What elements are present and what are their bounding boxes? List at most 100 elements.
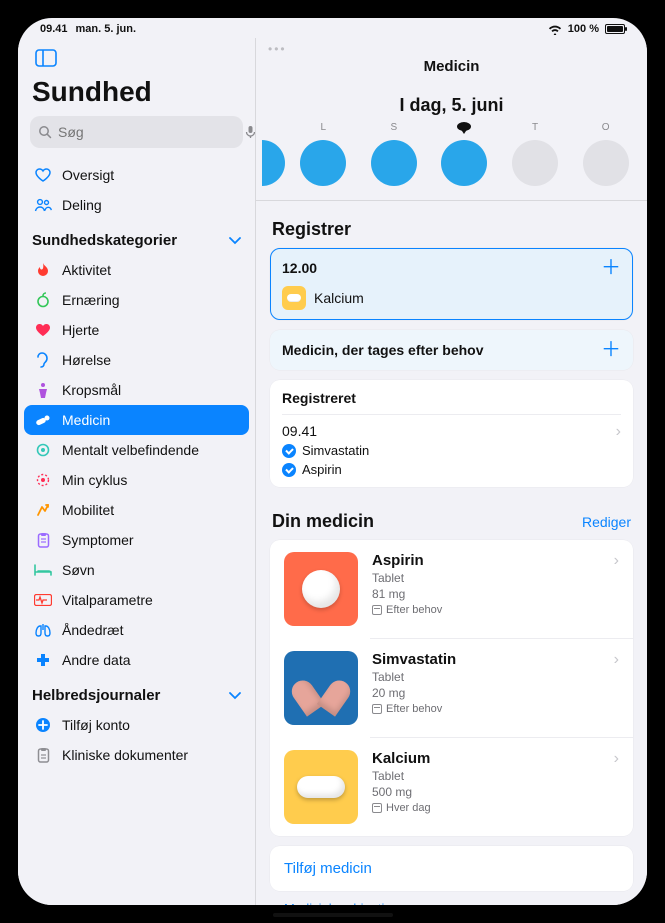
add-medication-button[interactable]: Tilføj medicin [270, 846, 633, 891]
search-input[interactable] [58, 124, 239, 140]
med-row-kalcium[interactable]: Kalcium Tablet 500 mg Hver dag › [270, 738, 633, 836]
sidebar-item-label: Vitalparametre [62, 592, 153, 608]
dictate-icon[interactable] [245, 125, 256, 139]
status-bar: 09.41 man. 5. jun. 100 % [18, 18, 647, 38]
day-dot[interactable] [300, 140, 346, 186]
sidebar-item-sharing[interactable]: Deling [24, 190, 249, 220]
sidebar-item-label: Tilføj konto [62, 717, 130, 733]
heart-outline-icon [34, 166, 52, 184]
sidebar-section-records[interactable]: Helbredsjournaler [18, 677, 255, 708]
sidebar-item-hjerte[interactable]: Hjerte [24, 315, 249, 345]
main-panel: ••• Medicin I dag, 5. juni L [256, 38, 647, 905]
sidebar-item-aandedraet[interactable]: Åndedræt [24, 615, 249, 645]
day-dot-prev[interactable] [262, 140, 285, 186]
calendar-icon [372, 605, 382, 615]
med-thumb-icon [284, 651, 358, 725]
sidebar-item-vitalparametre[interactable]: Vitalparametre [24, 585, 249, 615]
sidebar-item-label: Kliniske dokumenter [62, 747, 188, 763]
body-icon [34, 381, 52, 399]
bed-icon [34, 561, 52, 579]
today-pointer-icon [460, 128, 468, 134]
sidebar-item-label: Medicin [62, 412, 110, 428]
sidebar-item-label: Oversigt [62, 167, 114, 183]
logged-time: 09.41 [282, 423, 369, 439]
sidebar-item-soevn[interactable]: Søvn [24, 555, 249, 585]
app-title: Sundhed [18, 70, 255, 116]
logged-card[interactable]: Registreret 09.41 Simvastatin [270, 380, 633, 487]
day-dot[interactable] [583, 140, 629, 186]
plus-circle-icon [34, 716, 52, 734]
chevron-right-icon: › [614, 651, 619, 669]
med-thumb-icon [284, 552, 358, 626]
med-combinations-link[interactable]: Medicinkombinationer [270, 901, 633, 905]
window-dots-icon[interactable]: ••• [268, 42, 287, 56]
med-form: Tablet [372, 769, 600, 783]
day-letter: S [391, 122, 398, 134]
chevron-right-icon: › [616, 423, 621, 441]
med-schedule: Efter behov [386, 703, 442, 715]
toggle-sidebar-button[interactable] [32, 46, 60, 70]
logged-title: Registreret [282, 390, 621, 415]
sidebar-item-medicin[interactable]: Medicin [24, 405, 249, 435]
calendar-icon [372, 803, 382, 813]
sidebar-item-label: Deling [62, 197, 102, 213]
apple-icon [34, 291, 52, 309]
wifi-icon [548, 24, 562, 35]
clipboard-icon [34, 531, 52, 549]
battery-icon [605, 24, 625, 34]
sidebar-item-andre-data[interactable]: Andre data [24, 645, 249, 675]
cycle-icon [34, 471, 52, 489]
mindfulness-icon [34, 441, 52, 459]
people-icon [34, 196, 52, 214]
chevron-down-icon [229, 692, 241, 700]
day-strip[interactable]: L S M [256, 118, 647, 186]
sidebar-item-kropsmaal[interactable]: Kropsmål [24, 375, 249, 405]
sidebar-item-cyklus[interactable]: Min cyklus [24, 465, 249, 495]
sidebar-item-aktivitet[interactable]: Aktivitet [24, 255, 249, 285]
logged-item: Simvastatin [282, 443, 369, 458]
add-dose-button[interactable]: ＋ [601, 258, 621, 278]
chevron-right-icon: › [614, 750, 619, 768]
med-form: Tablet [372, 571, 600, 585]
sidebar-item-symptomer[interactable]: Symptomer [24, 525, 249, 555]
scheduled-time: 12.00 [282, 260, 317, 276]
add-as-needed-button[interactable]: ＋ [601, 340, 621, 360]
day-letter: O [602, 122, 610, 134]
scheduled-dose-card[interactable]: 12.00 ＋ Kalcium [270, 248, 633, 320]
med-row-aspirin[interactable]: Aspirin Tablet 81 mg Efter behov › [270, 540, 633, 638]
lungs-icon [34, 621, 52, 639]
med-dose: 500 mg [372, 785, 600, 799]
sidebar-item-ernaering[interactable]: Ernæring [24, 285, 249, 315]
sidebar-item-label: Søvn [62, 562, 95, 578]
med-row-simvastatin[interactable]: Simvastatin Tablet 20 mg Efter behov › [270, 639, 633, 737]
sidebar-item-label: Kropsmål [62, 382, 121, 398]
as-needed-card[interactable]: Medicin, der tages efter behov ＋ [270, 330, 633, 370]
plus-cross-icon [34, 651, 52, 669]
sidebar-item-label: Hjerte [62, 322, 99, 338]
day-letter: T [532, 122, 538, 134]
sidebar-item-mentalt[interactable]: Mentalt velbefindende [24, 435, 249, 465]
med-schedule: Efter behov [386, 604, 442, 616]
as-needed-label: Medicin, der tages efter behov [282, 342, 484, 358]
day-dot[interactable] [512, 140, 558, 186]
med-name: Simvastatin [372, 651, 600, 668]
sidebar-item-mobilitet[interactable]: Mobilitet [24, 495, 249, 525]
search-field[interactable] [30, 116, 243, 148]
sidebar-item-overview[interactable]: Oversigt [24, 160, 249, 190]
day-dot-today[interactable] [441, 140, 487, 186]
sidebar-item-add-account[interactable]: Tilføj konto [24, 710, 249, 740]
search-icon [38, 125, 52, 139]
sidebar-item-hoerelse[interactable]: Hørelse [24, 345, 249, 375]
day-dot[interactable] [371, 140, 417, 186]
sidebar-item-clinical-docs[interactable]: Kliniske dokumenter [24, 740, 249, 770]
document-icon [34, 746, 52, 764]
pills-icon [34, 411, 52, 429]
sidebar-item-label: Symptomer [62, 532, 134, 548]
edit-meds-button[interactable]: Rediger [582, 514, 631, 530]
pill-thumb-icon [282, 286, 306, 310]
vitals-icon [34, 591, 52, 609]
sidebar-section-categories[interactable]: Sundhedskategorier [18, 222, 255, 253]
chevron-down-icon [229, 237, 241, 245]
sidebar-item-label: Ernæring [62, 292, 120, 308]
check-icon [282, 463, 296, 477]
